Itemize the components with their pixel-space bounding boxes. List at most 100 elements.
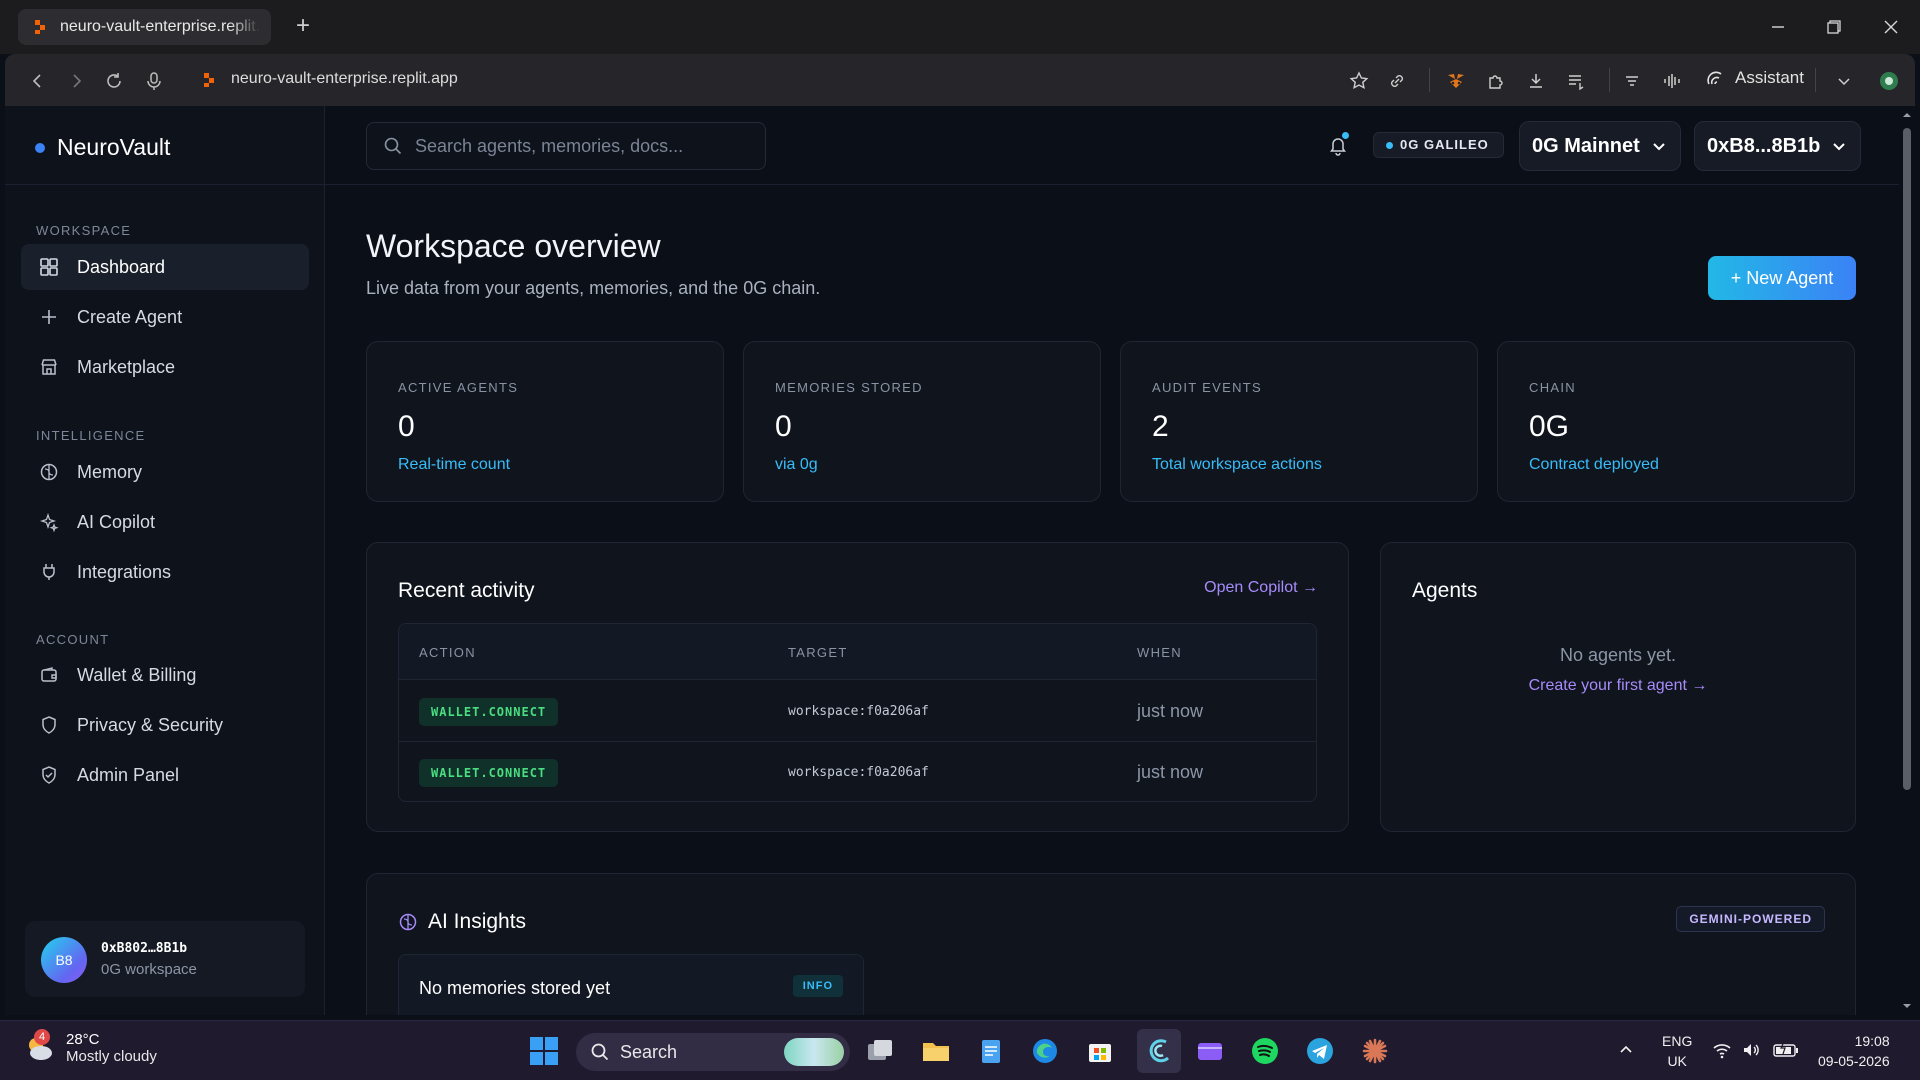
- network-select[interactable]: 0G Mainnet: [1519, 121, 1681, 171]
- sidebar-item-label: Wallet & Billing: [77, 664, 197, 685]
- wallet-select-value: 0xB8...8B1b: [1707, 134, 1821, 157]
- metamask-extension-icon[interactable]: [1445, 70, 1467, 92]
- stat-value: 2: [1152, 410, 1169, 443]
- forward-icon[interactable]: [65, 70, 87, 92]
- new-agent-button[interactable]: + New Agent: [1708, 256, 1856, 300]
- weather-icon: 4: [22, 1029, 56, 1065]
- brand-dot-icon: [35, 142, 45, 153]
- create-first-agent-link[interactable]: Create your first agent →: [1381, 677, 1855, 695]
- back-icon[interactable]: [27, 70, 49, 92]
- target-cell: workspace:f0a206af: [788, 704, 929, 719]
- table-header: ACTION TARGET WHEN: [399, 624, 1316, 680]
- reading-list-icon[interactable]: [1565, 70, 1587, 92]
- close-window-icon[interactable]: [1878, 14, 1904, 40]
- windows-taskbar: 4 28°C Mostly cloudy Search ENG UK 19:08…: [0, 1020, 1920, 1080]
- sidebar-item-create-agent[interactable]: Create Agent: [21, 294, 309, 340]
- sidebar-item-dashboard[interactable]: Dashboard: [21, 244, 309, 290]
- battery-icon[interactable]: [1773, 1040, 1799, 1060]
- assistant-button[interactable]: Assistant: [1705, 68, 1804, 88]
- sidebar-item-marketplace[interactable]: Marketplace: [21, 344, 309, 390]
- share-link-icon[interactable]: [1386, 70, 1408, 92]
- network-select-value: 0G Mainnet: [1532, 134, 1640, 157]
- store-icon: [41, 359, 57, 375]
- scroll-up-icon[interactable]: [1902, 110, 1912, 120]
- wallet-select[interactable]: 0xB8...8B1b: [1694, 121, 1862, 171]
- browser-app-button-active[interactable]: [1137, 1029, 1181, 1073]
- microphone-icon[interactable]: [143, 70, 165, 92]
- plug-icon: [43, 564, 55, 580]
- sidebar-item-wallet-billing[interactable]: Wallet & Billing: [21, 652, 309, 698]
- sidebar-item-ai-copilot[interactable]: AI Copilot: [21, 499, 309, 545]
- replit-favicon-icon: [35, 20, 45, 34]
- scrollbar-thumb[interactable]: [1903, 128, 1911, 790]
- assistant-icon: [1707, 71, 1722, 85]
- chevron-down-icon[interactable]: [1833, 70, 1855, 92]
- scroll-down-icon[interactable]: [1902, 1001, 1912, 1011]
- notepad-button[interactable]: [973, 1033, 1009, 1069]
- new-tab-button[interactable]: +: [290, 14, 316, 40]
- sidebar-item-integrations[interactable]: Integrations: [21, 549, 309, 595]
- language-indicator[interactable]: ENG UK: [1662, 1031, 1692, 1071]
- reload-icon[interactable]: [103, 70, 125, 92]
- chevron-up-icon[interactable]: [1617, 1041, 1635, 1059]
- claude-button[interactable]: [1357, 1033, 1393, 1069]
- avatar: B8: [41, 937, 87, 983]
- edge-button[interactable]: [1027, 1033, 1063, 1069]
- stat-value: 0: [398, 410, 415, 443]
- weather-widget[interactable]: 4 28°C Mostly cloudy: [22, 1029, 157, 1065]
- taskbar-search[interactable]: Search: [576, 1033, 850, 1071]
- dashboard-grid-icon: [40, 258, 58, 276]
- insight-item[interactable]: No memories stored yet INFO: [398, 954, 864, 1015]
- brain-icon: [399, 913, 417, 931]
- brand-logo[interactable]: NeuroVault: [35, 134, 170, 161]
- start-button[interactable]: [526, 1033, 562, 1069]
- download-icon[interactable]: [1525, 70, 1547, 92]
- taskbar-search-label: Search: [620, 1041, 678, 1062]
- column-header: TARGET: [788, 645, 848, 660]
- store-button[interactable]: [1082, 1033, 1118, 1069]
- page-scrollbar[interactable]: [1899, 106, 1915, 1015]
- restore-icon[interactable]: [1821, 14, 1847, 40]
- file-explorer-button[interactable]: [918, 1033, 954, 1069]
- when-cell: just now: [1137, 701, 1204, 721]
- telegram-button[interactable]: [1302, 1033, 1338, 1069]
- windows-logo-icon: [530, 1037, 558, 1065]
- sidebar: NeuroVault WORKSPACE Dashboard Create Ag…: [5, 106, 325, 1015]
- url-text[interactable]: neuro-vault-enterprise.replit.app: [231, 70, 458, 88]
- clock-time: 19:08: [1854, 1033, 1890, 1049]
- sidebar-item-label: Integrations: [77, 561, 172, 582]
- browser-tab[interactable]: neuro-vault-enterprise.replit.app: [18, 9, 271, 45]
- stat-sub: Contract deployed: [1529, 456, 1659, 473]
- bookmark-star-icon[interactable]: [1348, 70, 1370, 92]
- minimize-icon[interactable]: [1765, 14, 1791, 40]
- audio-wave-icon[interactable]: [1661, 70, 1683, 92]
- clipchamp-button[interactable]: [1192, 1033, 1228, 1069]
- card-title: AI Insights: [428, 910, 527, 933]
- sidebar-item-privacy-security[interactable]: Privacy & Security: [21, 702, 309, 748]
- open-copilot-link[interactable]: Open Copilot →: [1204, 579, 1318, 597]
- volume-icon[interactable]: [1741, 1040, 1761, 1060]
- sidebar-item-memory[interactable]: Memory: [21, 449, 309, 495]
- stat-label: AUDIT EVENTS: [1152, 380, 1262, 395]
- wallet-icon: [41, 667, 57, 682]
- toolbar-divider: [1429, 68, 1430, 92]
- user-address: 0xB802…8B1b: [101, 941, 188, 956]
- sidebar-item-label: Memory: [77, 461, 143, 482]
- search-input[interactable]: Search agents, memories, docs...: [366, 122, 766, 170]
- recent-activity-card: Recent activity Open Copilot → ACTION TA…: [366, 542, 1349, 832]
- network-badge: 0G GALILEO: [1373, 132, 1504, 158]
- task-view-button[interactable]: [862, 1033, 898, 1069]
- sidebar-item-admin-panel[interactable]: Admin Panel: [21, 752, 309, 798]
- wifi-icon[interactable]: [1712, 1040, 1732, 1060]
- notepad-icon: [982, 1040, 1000, 1063]
- spotify-button[interactable]: [1247, 1033, 1283, 1069]
- profile-avatar-icon[interactable]: [1878, 70, 1900, 92]
- menu-lines-icon[interactable]: [1621, 70, 1643, 92]
- sidebar-item-label: Privacy & Security: [77, 714, 224, 735]
- create-first-agent-label[interactable]: Create your first agent →: [1529, 677, 1708, 694]
- user-card[interactable]: B8 0xB802…8B1b 0G workspace: [25, 921, 305, 997]
- insight-title: No memories stored yet: [419, 978, 611, 998]
- system-clock[interactable]: 19:08 09-05-2026: [1818, 1031, 1890, 1071]
- search-placeholder: Search agents, memories, docs...: [415, 135, 684, 156]
- extensions-icon[interactable]: [1485, 70, 1507, 92]
